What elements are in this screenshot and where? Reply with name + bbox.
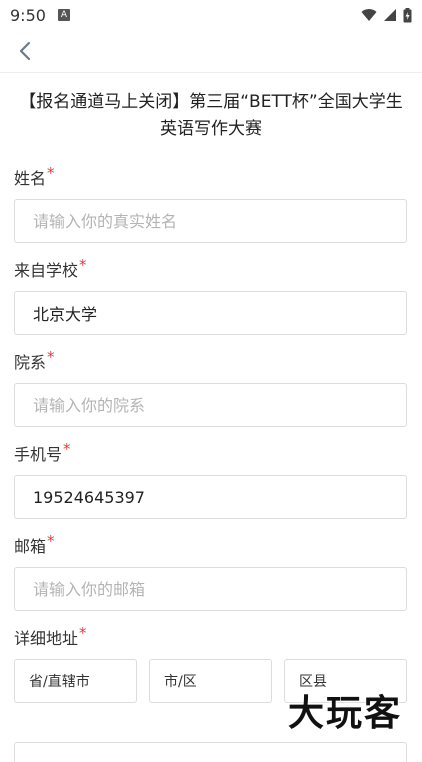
signal-icon (384, 9, 396, 21)
address-label: 详细地址 (14, 629, 79, 648)
name-input[interactable] (31, 210, 406, 232)
next-input-box[interactable] (14, 742, 407, 762)
required-mark: * (47, 164, 55, 182)
department-input[interactable] (31, 394, 406, 416)
required-mark: * (63, 440, 71, 458)
chevron-left-icon (19, 41, 31, 61)
page-title: 【报名通道马上关闭】第三届“BETT杯”全国大学生英语写作大赛 (19, 92, 403, 139)
wifi-icon (361, 9, 377, 21)
back-button[interactable] (12, 38, 38, 64)
school-input[interactable] (31, 302, 406, 324)
province-select[interactable]: 省/直辖市 (14, 659, 137, 703)
name-input-box[interactable] (14, 199, 407, 243)
status-icons (361, 7, 412, 23)
app-bar (0, 30, 422, 73)
department-input-box[interactable] (14, 383, 407, 427)
email-field: 邮箱* (14, 532, 408, 611)
email-label: 邮箱 (14, 537, 47, 556)
status-bar: 9:50 A (0, 0, 422, 30)
phone-input-box[interactable] (14, 475, 407, 519)
email-input[interactable] (31, 578, 406, 600)
address-field: 详细地址* 省/直辖市 市/区 区县 (14, 624, 408, 703)
name-label: 姓名 (14, 169, 47, 188)
phone-field: 手机号* (14, 440, 408, 519)
notification-icon: A (57, 9, 70, 21)
required-mark: * (79, 624, 87, 642)
school-field: 来自学校* (14, 256, 408, 335)
phone-label: 手机号 (14, 445, 63, 464)
required-mark: * (47, 532, 55, 550)
required-mark: * (79, 256, 87, 274)
city-select[interactable]: 市/区 (149, 659, 272, 703)
department-label: 院系 (14, 353, 47, 372)
department-field: 院系* (14, 348, 408, 427)
battery-icon (403, 7, 412, 22)
name-field: 姓名* (14, 164, 408, 243)
district-select[interactable]: 区县 (284, 659, 407, 703)
status-time: 9:50 (10, 5, 46, 25)
required-mark: * (47, 348, 55, 366)
school-label: 来自学校 (14, 261, 79, 280)
school-input-box[interactable] (14, 291, 407, 335)
phone-input[interactable] (31, 486, 406, 508)
registration-form: 姓名* 来自学校* 院系* 手机号* 邮箱* (0, 164, 422, 703)
email-input-box[interactable] (14, 567, 407, 611)
address-selectors: 省/直辖市 市/区 区县 (14, 659, 408, 703)
